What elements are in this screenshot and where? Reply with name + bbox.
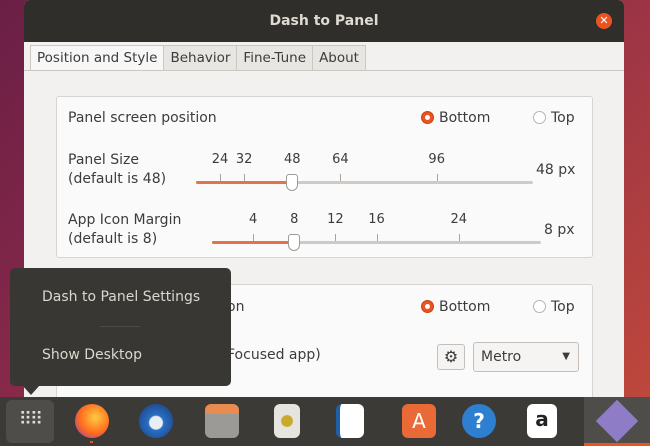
- context-menu: Dash to Panel Settings Show Desktop: [10, 268, 231, 386]
- slider-tick-label: 96: [428, 152, 445, 167]
- show-apps-icon[interactable]: ⠿⠿: [6, 400, 54, 443]
- dropdown-arrow-icon: ▼: [562, 351, 570, 362]
- slider-tick: [376, 234, 378, 241]
- firefox-icon[interactable]: [75, 404, 109, 438]
- gear-button[interactable]: ⚙: [437, 344, 465, 370]
- radio-bottom-2[interactable]: Bottom: [421, 299, 490, 315]
- software-center-icon[interactable]: A: [402, 404, 436, 438]
- position-frame: Panel screen position Bottom Top Panel S…: [56, 96, 593, 258]
- slider-tick-label: 64: [332, 152, 349, 167]
- slider-tick-label: 8: [290, 212, 299, 227]
- tab-position-and-style[interactable]: Position and Style: [30, 45, 165, 70]
- panel-size-value: 48 px: [536, 162, 576, 178]
- slider-tick-label: 32: [235, 152, 253, 167]
- icon-margin-slider[interactable]: 4 8 12 16 24: [212, 212, 541, 257]
- panel-size-default: (default is 48): [68, 171, 167, 187]
- title-bar[interactable]: Dash to Panel: [24, 0, 624, 42]
- slider-tick-label: 24: [211, 152, 229, 167]
- icon-margin-label: App Icon Margin: [68, 212, 182, 228]
- slider-tick: [253, 234, 255, 241]
- slider-tick: [436, 174, 438, 181]
- slider-fill: [212, 241, 295, 244]
- radio-top-2[interactable]: Top: [533, 299, 575, 315]
- dock-panel: ⠿⠿ A ? a: [0, 397, 650, 446]
- extension-icon: [595, 399, 639, 443]
- menu-item-settings[interactable]: Dash to Panel Settings: [42, 289, 200, 305]
- slider-tick-label: 24: [450, 212, 468, 227]
- panel-position-label: Panel screen position: [68, 110, 217, 126]
- radio-checked-icon: [421, 300, 434, 313]
- radio-unchecked-icon: [533, 300, 546, 313]
- thunderbird-icon[interactable]: [139, 404, 173, 438]
- slider-tick-label: 16: [368, 212, 385, 227]
- slider-tick: [220, 174, 222, 181]
- libreoffice-writer-icon[interactable]: [336, 404, 364, 438]
- tab-bar: Position and Style Behavior Fine-Tune Ab…: [30, 45, 366, 71]
- style-select[interactable]: Metro ▼: [473, 342, 579, 372]
- radio-checked-icon: [421, 111, 434, 124]
- window-title: Dash to Panel: [269, 13, 379, 29]
- radio-bottom[interactable]: Bottom: [421, 110, 490, 126]
- menu-item-show-desktop[interactable]: Show Desktop: [42, 347, 142, 363]
- tab-about[interactable]: About: [312, 45, 366, 70]
- tab-behavior[interactable]: Behavior: [163, 45, 238, 70]
- slider-tick: [340, 174, 342, 181]
- tab-fine-tune[interactable]: Fine-Tune: [236, 45, 314, 70]
- files-icon[interactable]: [205, 404, 239, 438]
- slider-tick: [244, 174, 246, 181]
- slider-fill: [196, 181, 293, 184]
- menu-separator: [100, 326, 140, 327]
- slider-tick: [335, 234, 337, 241]
- radio-unchecked-icon: [533, 111, 546, 124]
- amazon-icon[interactable]: a: [527, 404, 557, 438]
- close-icon[interactable]: ✕: [596, 13, 612, 29]
- indicator-label: Focused app): [227, 347, 321, 363]
- slider-tick-label: 12: [327, 212, 344, 227]
- slider-tick: [458, 234, 460, 241]
- extension-app-button[interactable]: [584, 397, 650, 446]
- slider-handle[interactable]: [288, 234, 301, 251]
- radio-top[interactable]: Top: [533, 110, 575, 126]
- gear-icon: ⚙: [443, 347, 459, 366]
- panel-size-slider[interactable]: 24 32 48 64 96: [196, 152, 533, 197]
- slider-handle[interactable]: [286, 174, 299, 191]
- help-icon[interactable]: ?: [462, 404, 496, 438]
- slider-tick-label: 4: [248, 212, 258, 227]
- slider-tick-label: 48: [284, 152, 301, 167]
- rhythmbox-icon[interactable]: [274, 404, 300, 438]
- menu-pointer: [22, 385, 40, 395]
- panel-size-label: Panel Size: [68, 152, 139, 168]
- icon-margin-value: 8 px: [544, 222, 575, 238]
- running-indicator: [90, 441, 93, 443]
- icon-margin-default: (default is 8): [68, 231, 158, 247]
